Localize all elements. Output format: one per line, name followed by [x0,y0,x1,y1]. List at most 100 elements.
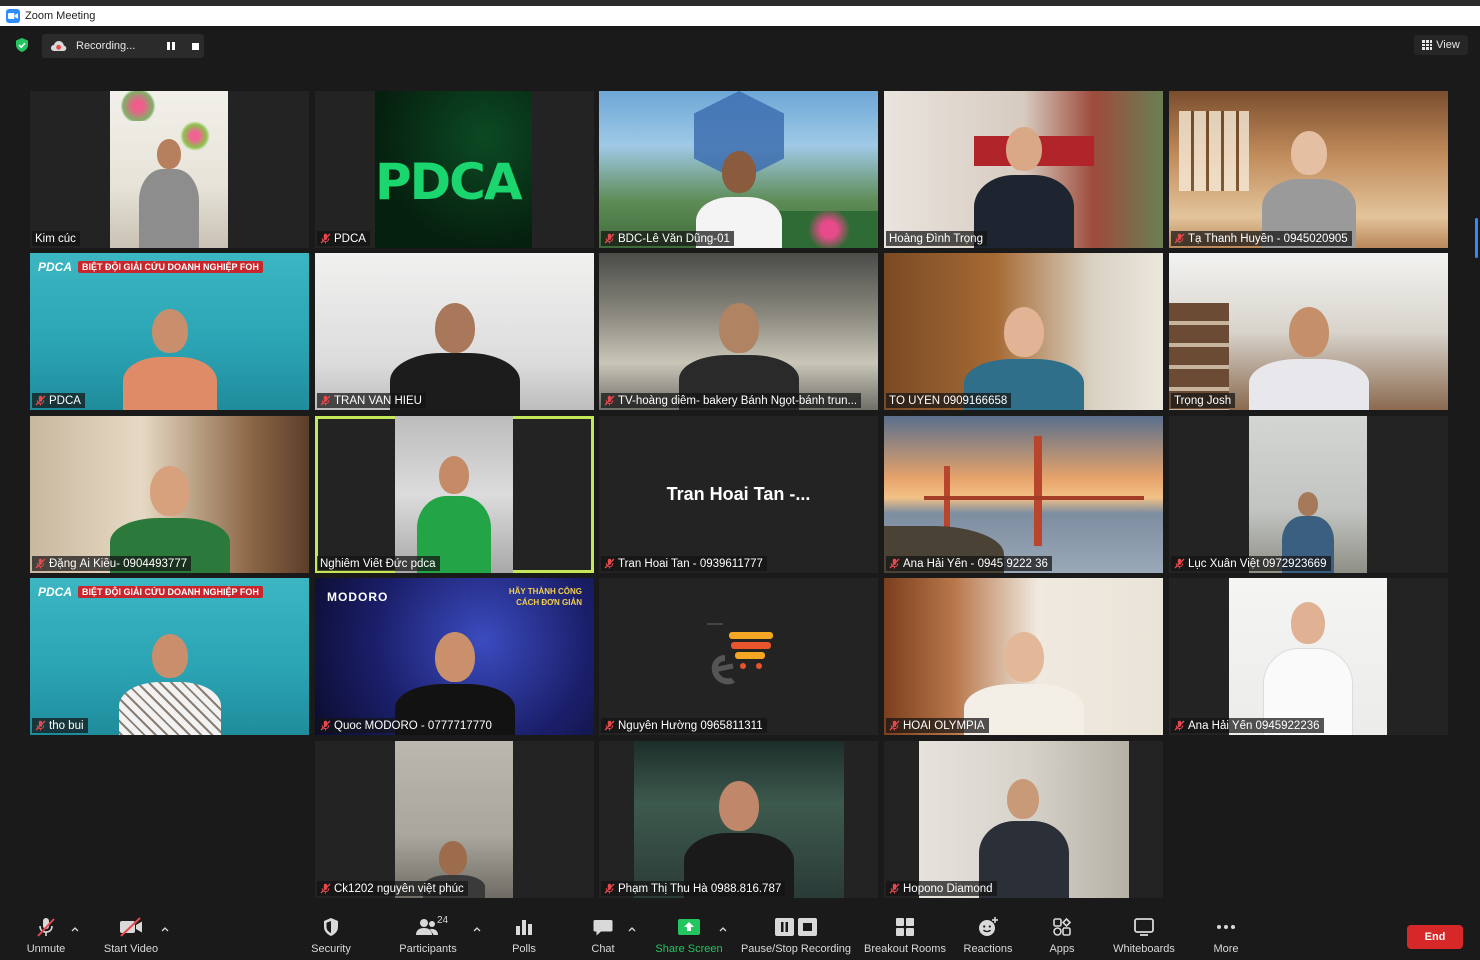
participant-name: Tran Hoai Tan - 0939611777 [618,557,763,570]
participant-tile[interactable]: Lục Xuân Việt 0972923669 [1169,416,1448,573]
participant-tile[interactable]: TRAN VAN HIEU [315,253,594,410]
end-meeting-button[interactable]: End [1407,925,1463,949]
pause-stop-recording-icon [775,918,817,936]
participant-video: PDCA BIỆT ĐỘI GIẢI CỨU DOANH NGHIỆP FOH [30,578,309,735]
participant-tile[interactable]: Ana Hải Yến 0945922236 [1169,578,1448,735]
participant-name-bar: PDCA [317,231,370,246]
mic-muted-icon [320,883,331,894]
participant-name-bar: Nghiêm Viết Đức pdca [317,556,440,571]
mic-muted-icon [35,720,46,731]
chat-options-chevron-up-icon[interactable] [628,919,638,932]
audio-options-chevron-up-icon[interactable] [71,919,81,932]
banner-text: BIỆT ĐỘI GIẢI CỨU DOANH NGHIỆP FOH [78,261,263,273]
chat-label: Chat [591,943,615,955]
participant-video [884,416,1163,573]
participant-tile-avatar[interactable]: Nguyễn Hường 0965811311 [599,578,878,735]
breakout-rooms-label: Breakout Rooms [864,943,946,955]
participant-name: PDCA [334,232,366,245]
participant-tile[interactable]: BDC-Lê Văn Dũng-01 [599,91,878,248]
apps-icon [1053,917,1072,936]
zoom-window: Zoom Meeting Recording... View Kim cúc P… [0,0,1480,960]
participant-name-bar: PDCA [32,393,85,408]
mic-muted-icon [889,558,900,569]
mic-muted-icon [889,883,900,894]
participant-tile[interactable]: PDCA PDCA [315,91,594,248]
participant-video [30,416,309,573]
participant-name: Ck1202 nguyễn việt phúc [334,882,464,895]
participant-name: TÔ UYÊN 0909166658 [889,394,1008,407]
participant-tile[interactable]: Tạ Thanh Huyền - 0945020905 [1169,91,1448,248]
pause-stop-recording-button[interactable]: Pause/Stop Recording [736,915,856,955]
participant-video: PDCA BIỆT ĐỘI GIẢI CỨU DOANH NGHIỆP FOH [30,253,309,410]
participant-tile[interactable]: Hopono Diamond [884,741,1163,898]
participant-tile[interactable]: TV-hoàng diễm- bakery Bánh Ngọt-bánh tru… [599,253,878,410]
participant-tile[interactable]: HOÀI OLYMPIA [884,578,1163,735]
participant-name: Kim cúc [35,232,76,245]
participant-tile[interactable]: Ana Hải Yến - 0945 9222 36 [884,416,1163,573]
participant-video [315,253,594,410]
participant-name: Hopono Diamond [903,882,993,895]
reactions-label: Reactions [963,943,1013,955]
participant-tile[interactable]: PDCA BIỆT ĐỘI GIẢI CỨU DOANH NGHIỆP FOH … [30,578,309,735]
participant-name-bar: TV-hoàng diễm- bakery Bánh Ngọt-bánh tru… [601,393,862,408]
unmute-label: Unmute [26,943,66,955]
apps-button[interactable]: Apps [1017,915,1107,955]
participant-tile-active-speaker[interactable]: Nghiêm Viết Đức pdca [315,416,594,573]
participant-video: MODORO HÃY THÀNH CÔNG CÁCH ĐƠN GIẢN [315,578,594,735]
participant-tile[interactable]: Hoàng Đình Trọng [884,91,1163,248]
participants-count: 24 [437,915,449,926]
slogan-line-1: HÃY THÀNH CÔNG [508,587,582,596]
participant-tile[interactable]: Phạm Thị Thu Hà 0988.816.787 [599,741,878,898]
participant-name: Tạ Thanh Huyền - 0945020905 [1188,232,1348,245]
participant-tile[interactable]: TÔ UYÊN 0909166658 [884,253,1163,410]
share-options-chevron-up-icon[interactable] [719,919,729,932]
participant-tile[interactable]: Trọng Josh [1169,253,1448,410]
participant-name-bar: Phạm Thị Thu Hà 0988.816.787 [601,881,786,896]
banner-logo: PDCA [38,260,73,274]
start-video-label: Start Video [103,943,159,955]
polls-button[interactable]: Polls [479,915,569,955]
security-button[interactable]: Security [286,915,376,955]
mic-muted-icon [1174,558,1185,569]
participant-name: Ana Hải Yến 0945922236 [1188,719,1320,732]
participant-name: Đặng Ái Kiều- 0904493777 [49,557,188,570]
pdca-logo: PDCA [375,153,523,211]
whiteboards-button[interactable]: Whiteboards [1099,915,1189,955]
share-screen-label: Share Screen [655,943,723,955]
banner-logo: PDCA [38,585,73,599]
participant-tile-video-off[interactable]: Tran Hoai Tan -... Tran Hoai Tan - 09396… [599,416,878,573]
participants-button[interactable]: 24 Participants [383,915,473,955]
video-options-chevron-up-icon[interactable] [161,919,171,932]
participant-name: Lục Xuân Việt 0972923669 [1188,557,1327,570]
participant-video [884,91,1163,248]
participant-tile[interactable]: Kim cúc [30,91,309,248]
mic-muted-icon [37,918,55,937]
participant-video [395,741,513,898]
mic-muted-icon [1174,720,1185,731]
pdca-banner: PDCA BIỆT ĐỘI GIẢI CỨU DOANH NGHIỆP FOH [38,584,263,600]
participant-video [884,253,1163,410]
breakout-rooms-button[interactable]: Breakout Rooms [860,915,950,955]
more-button[interactable]: More [1181,915,1271,955]
participant-name-bar: Tạ Thanh Huyền - 0945020905 [1171,231,1352,246]
participant-tile[interactable]: Ck1202 nguyễn việt phúc [315,741,594,898]
participant-name: tho bui [49,719,84,732]
participant-tile[interactable]: MODORO HÃY THÀNH CÔNG CÁCH ĐƠN GIẢN Quoc… [315,578,594,735]
whiteboard-icon [1134,918,1154,936]
participant-video [1249,416,1367,573]
participant-name-bar: Trọng Josh [1171,393,1236,408]
mic-muted-icon [889,720,900,731]
mic-muted-icon [320,233,331,244]
participant-name-bar: Lục Xuân Việt 0972923669 [1171,556,1331,571]
participant-tile[interactable]: PDCA BIỆT ĐỘI GIẢI CỨU DOANH NGHIỆP FOH … [30,253,309,410]
participant-name: Nguyễn Hường 0965811311 [618,719,763,732]
participant-name-bar: Ana Hải Yến 0945922236 [1171,718,1324,733]
whiteboards-label: Whiteboards [1113,943,1175,955]
participant-name: Trọng Josh [1174,394,1232,407]
participant-name: TRAN VAN HIEU [334,394,422,407]
polls-bar-chart-icon [516,920,532,935]
participant-video [395,416,513,573]
shield-icon [324,918,338,936]
participant-tile[interactable]: Đặng Ái Kiều- 0904493777 [30,416,309,573]
video-gallery: Kim cúc PDCA PDCA BDC-Lê Văn Dũng-01 Hoà… [0,0,1480,900]
